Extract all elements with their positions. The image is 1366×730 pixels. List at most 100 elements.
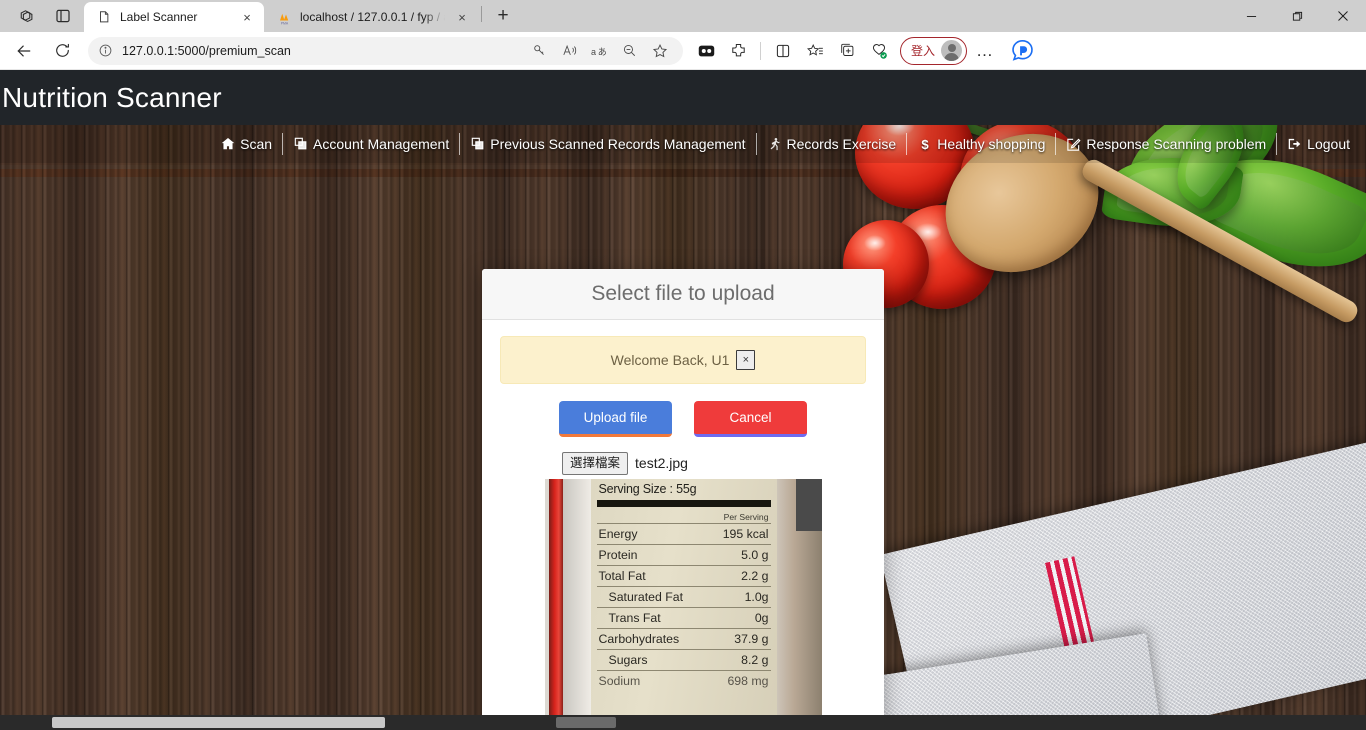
nav-item-previous-scanned-records-management[interactable]: Previous Scanned Records Management <box>459 133 755 155</box>
tab-label-scanner[interactable]: Label Scanner × <box>84 2 264 32</box>
zoom-out-icon[interactable] <box>616 38 643 64</box>
nutrition-row: Energy 195 kcal <box>596 524 771 545</box>
file-input-row[interactable]: 選擇檔案 test2.jpg <box>500 452 866 475</box>
toolbar-divider <box>760 41 761 60</box>
browser-window: Label Scanner × PMA localhost / 127.0.0.… <box>0 0 1366 730</box>
close-window-icon[interactable] <box>1320 0 1366 32</box>
toolbar-right-icons: 登入 … <box>691 36 1039 66</box>
package-red-edge <box>548 478 563 730</box>
svg-text:a: a <box>591 46 596 56</box>
scrollbar-thumb[interactable] <box>52 717 385 728</box>
nav-item-logout[interactable]: Logout <box>1276 133 1360 155</box>
copy-icon <box>293 137 308 152</box>
maximize-icon[interactable] <box>1274 0 1320 32</box>
avatar[interactable] <box>941 40 963 61</box>
key-icon[interactable] <box>526 38 553 64</box>
vertical-tabs-toggle-icon[interactable] <box>46 2 80 30</box>
nav-label: Previous Scanned Records Management <box>490 136 746 152</box>
running-icon <box>767 137 782 152</box>
nav-label: Records Exercise <box>786 136 897 152</box>
copy-icon <box>470 137 485 152</box>
tab-strip: Label Scanner × PMA localhost / 127.0.0.… <box>0 0 1366 32</box>
close-icon[interactable]: × <box>736 350 756 370</box>
health-shield-icon[interactable] <box>864 37 894 65</box>
minimize-icon[interactable] <box>1228 0 1274 32</box>
tabstrip-left-controls <box>0 0 84 32</box>
modal-actions: Upload file Cancel <box>500 401 866 437</box>
site-navigation: Scan Account Management Previous Scanned… <box>0 125 1366 163</box>
back-button-icon[interactable] <box>8 36 40 66</box>
nutrient-name: Protein <box>598 547 638 562</box>
copilot-icon[interactable] <box>1007 36 1037 66</box>
nutrient-name: Total Fat <box>598 568 646 583</box>
svg-text:あ: あ <box>597 46 606 56</box>
nav-item-healthy-shopping[interactable]: $ Healthy shopping <box>906 133 1055 155</box>
horizontal-scrollbar[interactable] <box>0 715 1366 730</box>
photo-background-dark <box>795 478 822 531</box>
nutrition-row: Saturated Fat 1.0g <box>596 587 771 608</box>
window-controls <box>1228 0 1366 32</box>
sign-in-label: 登入 <box>911 44 936 58</box>
nutrition-row: Sugars 8.2 g <box>596 650 771 671</box>
nutrient-value: 37.9 g <box>734 631 769 646</box>
per-serving-header: Per Serving <box>723 511 769 522</box>
nav-label: Account Management <box>313 136 450 152</box>
split-screen-icon[interactable] <box>691 37 721 65</box>
choose-file-button[interactable]: 選擇檔案 <box>562 452 629 475</box>
sign-in-button[interactable]: 登入 <box>900 36 968 65</box>
nav-item-records-exercise[interactable]: Records Exercise <box>755 133 907 155</box>
scrollbar-thumb-secondary[interactable] <box>556 717 616 728</box>
document-icon <box>96 9 112 25</box>
nav-label: Logout <box>1307 136 1350 152</box>
nutrition-row: Total Fat 2.2 g <box>596 566 771 587</box>
cancel-button[interactable]: Cancel <box>694 401 807 437</box>
nutrient-value: 8.2 g <box>741 652 769 667</box>
nutrient-name: Sodium <box>598 673 641 688</box>
tab-actions-icon[interactable] <box>8 2 42 30</box>
nav-item-response-scanning-problem[interactable]: Response Scanning problem <box>1055 133 1276 155</box>
omnibox-actions: a あ <box>526 38 673 64</box>
url-text: 127.0.0.1:5000/premium_scan <box>122 43 291 58</box>
favorite-star-icon[interactable] <box>646 38 673 64</box>
nutrient-name: Saturated Fat <box>608 589 684 604</box>
edit-square-icon <box>1066 137 1081 152</box>
translate-icon[interactable]: a あ <box>586 38 613 64</box>
tab-phpmyadmin[interactable]: PMA localhost / 127.0.0.1 / fyp / accou … <box>264 2 479 32</box>
settings-and-more-icon[interactable]: … <box>969 37 1001 65</box>
nutrition-row: Sodium 698 mg <box>597 671 771 691</box>
page-content: Nutrition Scanner Scan Account Managemen… <box>0 70 1366 730</box>
nutrient-name: Sugars <box>608 652 648 667</box>
read-aloud-icon[interactable] <box>556 38 583 64</box>
phpmyadmin-icon: PMA <box>276 9 292 25</box>
nav-item-scan[interactable]: Scan <box>210 133 282 155</box>
new-tab-button[interactable]: + <box>488 2 518 30</box>
nutrition-row: Carbohydrates 37.9 g <box>596 629 771 650</box>
refresh-button-icon[interactable] <box>46 36 78 66</box>
nav-label: Response Scanning problem <box>1086 136 1267 152</box>
nutrition-row: Protein 5.0 g <box>596 545 771 566</box>
browser-toolbar: 127.0.0.1:5000/premium_scan a あ 登入 … <box>0 32 1366 70</box>
modal-title: Select file to upload <box>591 282 775 305</box>
favorites-icon[interactable] <box>800 37 830 65</box>
package-white-edge <box>562 478 591 730</box>
nutrient-value: 2.2 g <box>741 568 769 583</box>
browser-essentials-icon[interactable] <box>723 37 753 65</box>
close-icon[interactable]: × <box>453 8 471 26</box>
welcome-alert-text: Welcome Back, U1 <box>610 352 730 368</box>
close-icon[interactable]: × <box>238 8 256 26</box>
tab-title: Label Scanner <box>120 10 198 24</box>
nutrient-value: 698 mg <box>727 673 769 688</box>
logout-icon <box>1287 137 1302 152</box>
upload-file-modal: Select file to upload Welcome Back, U1 ×… <box>482 269 884 730</box>
vertical-tabs-icon[interactable] <box>768 37 798 65</box>
image-preview: Serving Size : 55g Per Serving Energy 19… <box>544 478 822 730</box>
nutrient-value: 195 kcal <box>722 526 769 541</box>
nav-item-account-management[interactable]: Account Management <box>282 133 459 155</box>
collections-icon[interactable] <box>832 37 862 65</box>
address-bar[interactable]: 127.0.0.1:5000/premium_scan a あ <box>88 36 683 65</box>
home-icon <box>220 137 235 152</box>
site-info-icon[interactable] <box>98 43 114 59</box>
upload-file-button[interactable]: Upload file <box>559 401 672 437</box>
svg-text:PMA: PMA <box>280 21 288 25</box>
nutrient-value: 0g <box>754 610 769 625</box>
